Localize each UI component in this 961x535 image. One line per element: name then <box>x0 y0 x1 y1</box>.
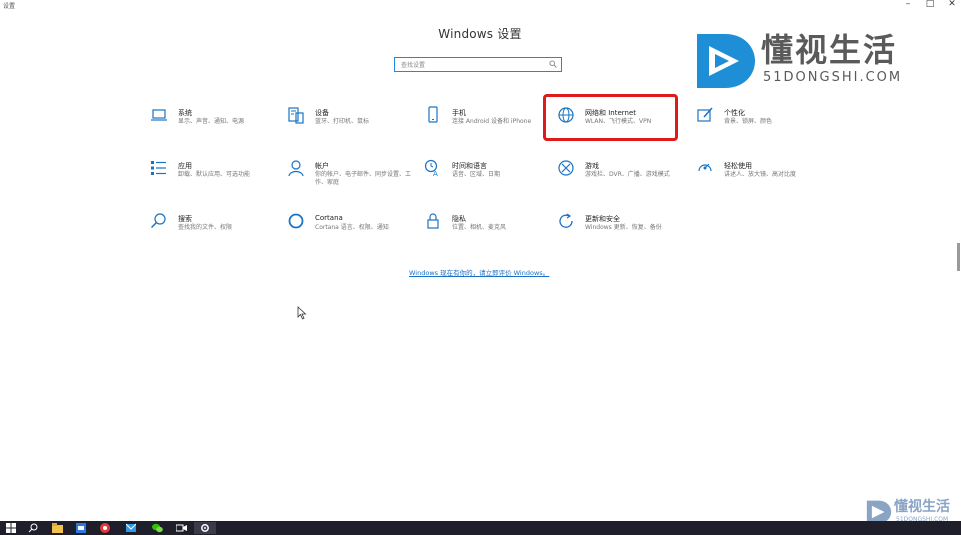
tile-title: 设备 <box>315 109 329 117</box>
taskbar-search-button[interactable] <box>22 522 44 534</box>
paint-icon <box>697 107 713 122</box>
tile-title: 游戏 <box>585 162 599 170</box>
search-input[interactable]: 查找设置 <box>394 57 562 72</box>
page-title: Windows 设置 <box>438 27 522 41</box>
ease-of-access-icon <box>698 163 712 172</box>
app-icon <box>76 523 86 533</box>
highlight-box <box>543 94 678 141</box>
search-icon <box>28 523 38 533</box>
video-icon <box>175 524 187 532</box>
taskbar-browser[interactable] <box>94 522 116 534</box>
svg-text:A: A <box>433 170 438 177</box>
tile-time-language[interactable]: A 时间和语言 语音、区域、日期 <box>424 159 544 189</box>
file-explorer-icon <box>51 523 63 533</box>
xbox-icon <box>558 160 574 176</box>
tile-title: Cortana <box>315 214 343 222</box>
mouse-cursor-icon <box>297 306 307 320</box>
tile-update-security[interactable]: 更新和安全 Windows 更新、恢复、备份 <box>557 212 677 242</box>
watermark-domain: 51DONGSHI.COM <box>763 70 903 85</box>
tile-search[interactable]: 搜索 查找我的文件、权限 <box>150 212 270 242</box>
start-icon <box>6 523 16 533</box>
mail-icon <box>126 523 136 532</box>
app-title: 设置 <box>3 3 16 10</box>
taskbar-video[interactable] <box>170 522 192 534</box>
tile-cortana[interactable]: Cortana Cortana 语言、权限、通知 <box>287 212 407 242</box>
search-placeholder: 查找设置 <box>401 62 426 69</box>
close-button[interactable]: ✕ <box>940 0 961 10</box>
settings-icon <box>201 524 209 532</box>
apps-icon <box>151 161 166 175</box>
tile-desc: 游戏栏、DVR、广播、游戏模式 <box>585 171 670 178</box>
start-button[interactable] <box>0 522 22 534</box>
taskbar-file-explorer[interactable] <box>46 522 68 534</box>
minimize-button[interactable]: – <box>896 0 920 10</box>
watermark: 懂视生活 51DONGSHI.COM <box>695 30 910 92</box>
lock-icon <box>427 213 439 229</box>
tile-desc: 显示、声音、通知、电源 <box>178 118 245 125</box>
taskbar-app[interactable] <box>70 522 92 534</box>
person-icon <box>288 160 304 177</box>
tile-title: 时间和语言 <box>452 162 487 170</box>
tile-phone[interactable]: 手机 连接 Android 设备和 iPhone <box>424 106 544 136</box>
tile-apps[interactable]: 应用 卸载、默认应用、可选功能 <box>150 159 270 189</box>
watermark-brand: 懂视生活 <box>761 31 898 69</box>
taskbar-mail[interactable] <box>120 522 142 534</box>
tile-desc: Cortana 语言、权限、通知 <box>315 224 389 231</box>
wechat-icon <box>151 523 163 533</box>
update-icon <box>559 213 573 228</box>
time-language-icon: A <box>424 159 438 177</box>
tile-desc: 查找我的文件、权限 <box>178 224 233 231</box>
tile-desc: 你的帐户、电子邮件、同步设置、工作、家庭 <box>315 171 412 186</box>
tile-gaming[interactable]: 游戏 游戏栏、DVR、广播、游戏模式 <box>557 159 677 189</box>
scrollbar-thumb[interactable] <box>957 243 960 271</box>
tile-title: 搜索 <box>178 215 192 223</box>
tile-desc: Windows 更新、恢复、备份 <box>585 224 662 231</box>
tile-title: 个性化 <box>724 109 745 117</box>
keyboard-icon <box>288 107 304 124</box>
tile-desc: 连接 Android 设备和 iPhone <box>452 118 532 125</box>
tile-title: 帐户 <box>315 162 329 170</box>
tile-desc: 位置、相机、麦克风 <box>452 224 507 231</box>
browser-icon <box>100 523 110 533</box>
title-bar: 设置 – □ ✕ <box>0 0 961 14</box>
tile-title: 应用 <box>178 162 192 170</box>
tile-accounts[interactable]: 帐户 你的帐户、电子邮件、同步设置、工作、家庭 <box>287 159 411 189</box>
tile-ease-of-access[interactable]: 轻松使用 讲述人、放大镜、高对比度 <box>696 159 816 189</box>
tile-privacy[interactable]: 隐私 位置、相机、麦克风 <box>424 212 544 242</box>
cortana-icon <box>288 213 304 229</box>
search-icon[interactable] <box>549 60 557 69</box>
tile-desc: 讲述人、放大镜、高对比度 <box>724 171 797 178</box>
tile-desc: 背景、锁屏、颜色 <box>724 118 773 125</box>
maximize-button[interactable]: □ <box>918 0 942 10</box>
taskbar-settings[interactable] <box>194 522 216 534</box>
search-icon <box>150 213 166 229</box>
tile-personalization[interactable]: 个性化 背景、锁屏、颜色 <box>696 106 816 136</box>
taskbar-wechat[interactable] <box>146 522 168 534</box>
watermark-logo-icon <box>697 34 755 88</box>
feedback-link[interactable]: Windows 现在有你的，请立即评价 Windows。 <box>409 267 549 277</box>
tile-title: 系统 <box>178 109 192 117</box>
watermark-small-brand: 懂视生活 <box>894 499 950 515</box>
tile-desc: 语音、区域、日期 <box>452 171 501 178</box>
tile-desc: 蓝牙、打印机、鼠标 <box>315 118 370 125</box>
tile-system[interactable]: 系统 显示、声音、通知、电源 <box>150 106 270 136</box>
laptop-icon <box>151 109 167 121</box>
tile-title: 更新和安全 <box>585 215 620 223</box>
tile-title: 隐私 <box>452 215 466 223</box>
tile-desc: 卸载、默认应用、可选功能 <box>178 171 251 178</box>
tile-title: 轻松使用 <box>724 162 752 170</box>
taskbar <box>0 521 961 535</box>
tile-title: 手机 <box>452 109 466 117</box>
tile-devices[interactable]: 设备 蓝牙、打印机、鼠标 <box>287 106 407 136</box>
phone-icon <box>428 106 438 123</box>
